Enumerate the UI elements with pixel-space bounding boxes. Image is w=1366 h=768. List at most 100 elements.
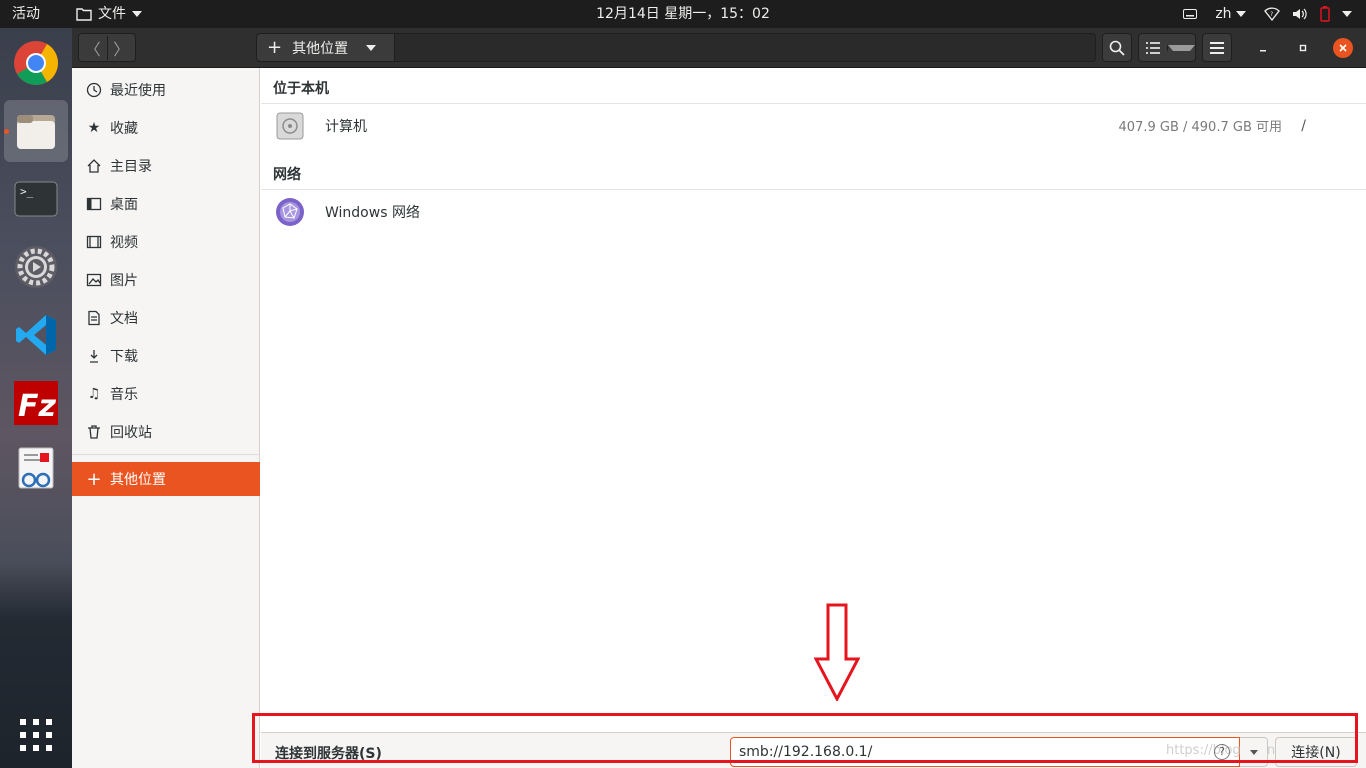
sidebar-item-videos[interactable]: 视频 — [72, 225, 260, 259]
sidebar-item-label: 下载 — [110, 349, 138, 365]
filezilla-icon: Fz — [14, 381, 58, 425]
plus-icon: + — [86, 468, 102, 490]
chevron-down-icon — [366, 44, 377, 51]
sidebar-item-desktop[interactable]: 桌面 — [72, 187, 260, 221]
back-button[interactable]: 〈 — [79, 36, 107, 60]
document-viewer-icon — [18, 447, 54, 489]
close-icon — [1339, 44, 1347, 52]
hamburger-icon — [1210, 41, 1224, 54]
chevron-down-icon — [132, 11, 142, 17]
image-icon — [86, 272, 102, 288]
sidebar-item-label: 其他位置 — [110, 472, 166, 488]
video-icon — [86, 234, 102, 250]
dock: >_ Fz — [0, 28, 72, 768]
keyboard-icon[interactable] — [1183, 9, 1198, 19]
menu-button[interactable] — [1202, 33, 1232, 62]
star-icon: ★ — [87, 120, 101, 136]
location-row-computer[interactable]: 计算机 407.9 GB / 490.7 GB 可用 / — [261, 103, 1366, 147]
sidebar-item-label: 回收站 — [110, 425, 152, 441]
app-menu[interactable]: 文件 — [76, 0, 142, 28]
dock-settings[interactable] — [4, 236, 68, 298]
sidebar-item-downloads[interactable]: 下载 — [72, 339, 260, 373]
dock-terminal[interactable]: >_ — [4, 168, 68, 230]
vscode-icon — [16, 315, 56, 355]
plus-icon: + — [267, 36, 283, 58]
top-bar: 活动 文件 12月14日 星期一，15：02 zh ? — [0, 0, 1366, 28]
sidebar-item-other-locations[interactable]: + 其他位置 — [72, 462, 260, 496]
annotation-highlight-box — [252, 713, 1358, 763]
forward-button[interactable]: 〉 — [106, 35, 136, 60]
section-title-network: 网络 — [273, 167, 301, 183]
path-bar: + 其他位置 — [256, 33, 1096, 62]
navigation-buttons: 〈 〉 — [78, 33, 136, 62]
desktop-icon — [86, 196, 102, 212]
path-segment-label: 其他位置 — [292, 40, 349, 57]
sidebar-item-label: 收藏 — [110, 121, 138, 137]
svg-text:Fz: Fz — [18, 389, 56, 424]
sidebar-separator — [72, 454, 260, 455]
running-indicator — [4, 129, 9, 134]
path-segment-other-locations[interactable]: + 其他位置 — [257, 34, 395, 61]
sidebar-item-starred[interactable]: ★ 收藏 — [72, 111, 260, 145]
chevron-down-icon — [1167, 44, 1195, 51]
minimize-icon — [1260, 50, 1266, 52]
wifi-icon[interactable]: ? — [1264, 7, 1280, 21]
view-options-dropdown[interactable] — [1166, 44, 1195, 51]
maximize-button[interactable] — [1293, 38, 1313, 58]
sidebar-item-label: 音乐 — [110, 387, 138, 403]
dock-files[interactable] — [4, 100, 68, 162]
clock-icon — [86, 82, 102, 98]
location-row-windows-network[interactable]: Windows 网络 — [261, 189, 1366, 233]
folder-icon — [76, 8, 92, 21]
sidebar-item-label: 图片 — [110, 273, 138, 289]
system-menu-chevron-icon[interactable] — [1342, 11, 1352, 17]
dock-vscode[interactable] — [4, 304, 68, 366]
sidebar-item-trash[interactable]: 回收站 — [72, 415, 260, 449]
activities-button[interactable]: 活动 — [12, 0, 40, 28]
sidebar-item-label: 主目录 — [110, 159, 152, 175]
dock-filezilla[interactable]: Fz — [4, 372, 68, 434]
chrome-icon — [14, 41, 58, 85]
disk-space: 407.9 GB / 490.7 GB 可用 — [1118, 120, 1282, 135]
location-name: 计算机 — [325, 118, 367, 135]
header-bar: 〈 〉 + 其他位置 — [72, 28, 1366, 68]
sidebar-item-label: 最近使用 — [110, 83, 166, 99]
music-icon: ♫ — [87, 386, 101, 402]
settings-icon — [15, 246, 57, 288]
input-method-indicator[interactable]: zh — [1215, 0, 1246, 28]
app-grid-icon — [20, 719, 52, 751]
sidebar: 最近使用 ★ 收藏 主目录 桌面 视频 图片 文档 下载 ♫ 音乐 回收站 + … — [72, 68, 260, 768]
sidebar-item-recent[interactable]: 最近使用 — [72, 73, 260, 107]
minimize-button[interactable] — [1253, 38, 1273, 58]
system-tray[interactable]: zh ? — [1183, 0, 1352, 28]
maximize-icon — [1299, 44, 1307, 52]
sidebar-item-pictures[interactable]: 图片 — [72, 263, 260, 297]
document-icon — [86, 310, 102, 326]
sidebar-item-home[interactable]: 主目录 — [72, 149, 260, 183]
annotation-arrow-down-icon — [814, 603, 860, 701]
close-button[interactable] — [1333, 38, 1353, 58]
section-title-local: 位于本机 — [273, 81, 329, 97]
svg-text:?: ? — [1270, 11, 1273, 18]
search-icon — [1109, 40, 1125, 56]
location-name: Windows 网络 — [325, 204, 420, 221]
search-button[interactable] — [1102, 33, 1132, 62]
battery-icon[interactable] — [1320, 6, 1330, 22]
home-icon — [86, 158, 102, 174]
download-icon — [86, 348, 102, 364]
dock-document-viewer[interactable] — [4, 438, 68, 500]
list-view-button[interactable] — [1139, 41, 1167, 54]
sidebar-item-music[interactable]: ♫ 音乐 — [72, 377, 260, 411]
sidebar-item-documents[interactable]: 文档 — [72, 301, 260, 335]
sidebar-item-label: 桌面 — [110, 197, 138, 213]
trash-icon — [86, 424, 102, 440]
dock-chrome[interactable] — [4, 32, 68, 94]
sidebar-item-label: 视频 — [110, 235, 138, 251]
volume-icon[interactable] — [1292, 7, 1308, 21]
clock-label[interactable]: 12月14日 星期一，15：02 — [596, 6, 770, 22]
show-applications-button[interactable] — [4, 704, 68, 766]
files-icon — [17, 115, 55, 149]
terminal-icon: >_ — [14, 181, 58, 217]
sidebar-item-label: 文档 — [110, 311, 138, 327]
app-menu-label: 文件 — [98, 6, 126, 22]
